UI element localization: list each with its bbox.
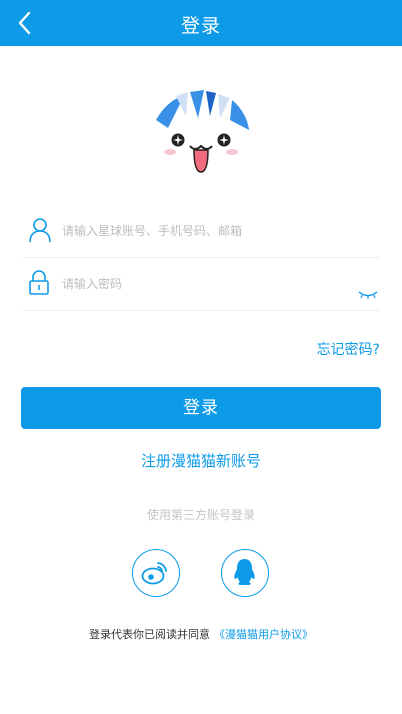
closed-eye-icon[interactable] [358,285,378,299]
login-button[interactable]: 登录 [21,387,381,429]
agreement-label: 登录代表你已阅读并同意 [89,628,210,641]
page-title: 登录 [180,15,221,37]
agreement-text: 登录代表你已阅读并同意 《漫猫猫用户协议》 [0,626,402,642]
forgot-password-link[interactable]: 忘记密码? [317,339,380,359]
qq-icon [234,559,255,585]
username-field [22,205,380,258]
title-bar: 登录 [0,0,402,46]
third-party-label: 使用第三方账号登录 [146,508,255,522]
lock-icon [28,270,50,300]
password-input[interactable] [60,272,354,296]
weibo-login-button[interactable] [132,549,180,597]
user-agreement-link[interactable]: 《漫猫猫用户协议》 [214,628,313,641]
username-input[interactable] [60,219,354,243]
weibo-icon [141,562,167,585]
user-icon [28,217,52,247]
register-link[interactable]: 注册漫猫猫新账号 [0,450,402,471]
password-field [22,258,380,311]
mascot-logo [146,82,256,192]
qq-login-button[interactable] [221,549,269,597]
